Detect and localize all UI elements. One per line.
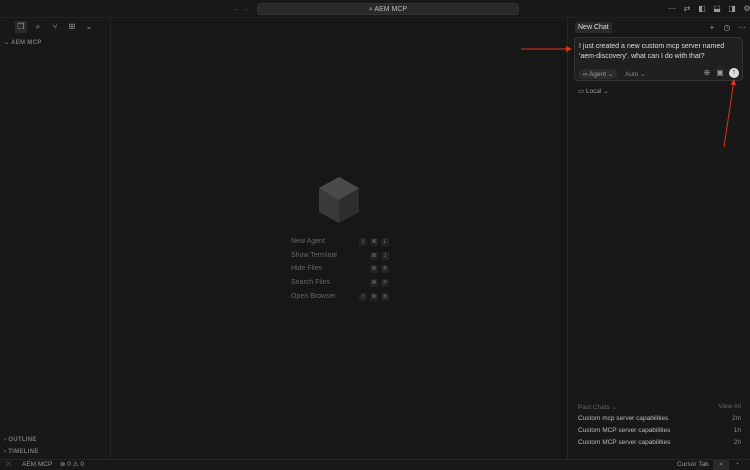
shortcut-key: ⌘ (370, 238, 378, 246)
plus-icon[interactable]: + (706, 22, 718, 34)
chevron-down-icon[interactable]: ⌄ (83, 21, 95, 33)
window-controls: ⋯ ⇄ ◧ ⬓ ◨ ⚙ (666, 3, 750, 15)
image-icon[interactable]: ▣ (714, 67, 726, 79)
source-control-icon[interactable]: ⑂ (49, 21, 61, 33)
sidebar: ❐ ⌕ ⑂ ⊞ ⌄ ⌄ AEM MCP › OUTLINE › TIMELINE (0, 18, 111, 459)
more-icon[interactable]: ⋯ (666, 3, 678, 15)
view-all-link[interactable]: View All (718, 403, 741, 411)
remote-icon[interactable]: ⤫ (6, 460, 11, 470)
past-chat-item[interactable]: Custom MCP server capabilities 2h (578, 439, 741, 446)
outline-section[interactable]: › OUTLINE (4, 437, 37, 443)
shortcut-key: ⇧ (359, 292, 367, 301)
globe-icon[interactable]: ⊕ (701, 67, 713, 79)
command-label[interactable]: Open Browser (291, 293, 336, 300)
shortcut-key: B (381, 292, 389, 301)
notifications-icon[interactable]: ◔ (735, 460, 739, 470)
project-name[interactable]: AEM MCP (22, 460, 52, 470)
shortcut-key: B (381, 265, 389, 274)
chat-input[interactable]: I just created a new custom mcp server n… (574, 37, 743, 81)
command-search[interactable]: ⌕ AEM MCP (257, 3, 519, 15)
settings-gear-icon[interactable]: ⚙ (741, 3, 750, 15)
tab-new-chat[interactable]: New Chat (575, 22, 612, 33)
model-select[interactable]: Auto ⌄ (625, 70, 646, 78)
command-label[interactable]: Show Terminal (291, 252, 337, 259)
laptop-icon: ▭ (578, 88, 586, 95)
cursor-logo-icon (319, 177, 359, 223)
extensions-icon[interactable]: ⊞ (66, 21, 78, 33)
shortcut-key: L (381, 238, 389, 246)
send-button[interactable]: ↑ (729, 68, 739, 78)
problems-indicator[interactable]: ⊗ 0 ⚠ 0 (60, 460, 84, 470)
environment-select[interactable]: ▭ Local ⌄ (578, 87, 609, 95)
toggle-panel-icon[interactable]: ⬓ (711, 3, 723, 15)
shortcut-key: ⌘ (370, 251, 378, 260)
shortcut-key: ⌘ (370, 265, 378, 274)
cursor-tab-status[interactable]: Cursor Tab (677, 460, 709, 470)
explorer-icon[interactable]: ❐ (15, 21, 27, 33)
command-label[interactable]: Hide Files (291, 265, 322, 272)
shortcut-key: ⌘ (370, 292, 378, 301)
folder-header[interactable]: ⌄ AEM MCP (4, 39, 42, 46)
search-icon[interactable]: ⌕ (32, 21, 44, 33)
toggle-right-panel-icon[interactable]: ◨ (726, 3, 738, 15)
history-icon[interactable]: ◷ (721, 22, 733, 34)
toggle-sidebar-icon[interactable]: ◧ (696, 3, 708, 15)
nav-arrows[interactable]: ← → (232, 4, 250, 13)
timeline-section[interactable]: › TIMELINE (4, 449, 39, 455)
shortcut-key: ⌘ (370, 279, 378, 288)
past-chats-label[interactable]: Past Chats ⌄ (578, 403, 617, 411)
chat-panel: New Chat + ◷ ⋯ ▭ Local ⌄ Past Chats ⌄ Vi… (567, 18, 750, 459)
command-label[interactable]: Search Files (291, 279, 330, 286)
shortcut-key: J (381, 251, 389, 260)
more-icon[interactable]: ⋯ (736, 22, 748, 34)
swap-icon[interactable]: ⇄ (681, 3, 693, 15)
zoom-icon[interactable]: ⌕ (713, 460, 729, 470)
editor-area (111, 18, 567, 459)
command-label[interactable]: New Agent (291, 238, 325, 245)
shortcut-key: ⇧ (359, 238, 367, 246)
mode-select[interactable]: ∞ Agent ⌄ (579, 69, 618, 79)
shortcut-key: P (381, 279, 389, 288)
past-chat-item[interactable]: Custom MCP server capabilities 1h (578, 427, 741, 434)
past-chat-item[interactable]: Custom mcp server capabilities 2m (578, 415, 741, 422)
status-bar: ⤫ AEM MCP ⊗ 0 ⚠ 0 Cursor Tab ⌕ ◔ (0, 459, 750, 470)
